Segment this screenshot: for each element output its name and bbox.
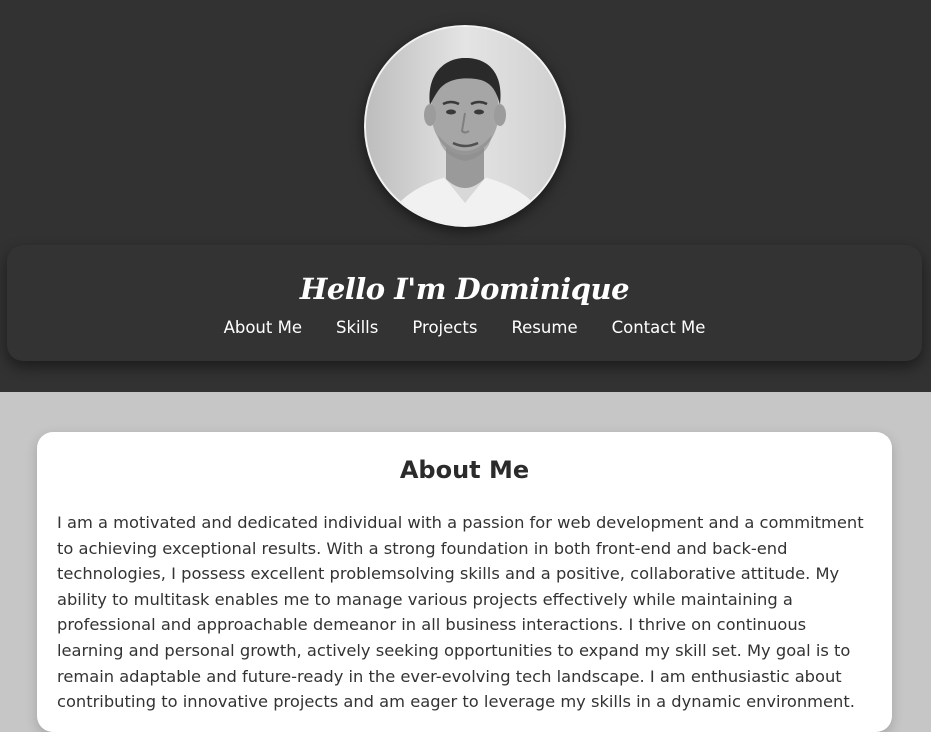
avatar — [364, 25, 566, 227]
hero-section: Hello I'm Dominique About Me Skills Proj… — [0, 0, 931, 392]
about-body: I am a motivated and dedicated individua… — [57, 513, 864, 712]
header-card: Hello I'm Dominique About Me Skills Proj… — [7, 245, 922, 361]
nav-resume[interactable]: Resume — [511, 317, 577, 339]
main-nav: About Me Skills Projects Resume Contact … — [7, 317, 922, 339]
portrait-image — [366, 27, 564, 225]
nav-projects[interactable]: Projects — [412, 317, 477, 339]
nav-contact-me[interactable]: Contact Me — [612, 317, 706, 339]
nav-skills[interactable]: Skills — [336, 317, 378, 339]
about-section: About Me I am a motivated and dedicated … — [37, 432, 892, 732]
nav-about-me[interactable]: About Me — [224, 317, 302, 339]
about-title: About Me — [399, 456, 530, 484]
page-title: Hello I'm Dominique — [299, 272, 630, 306]
